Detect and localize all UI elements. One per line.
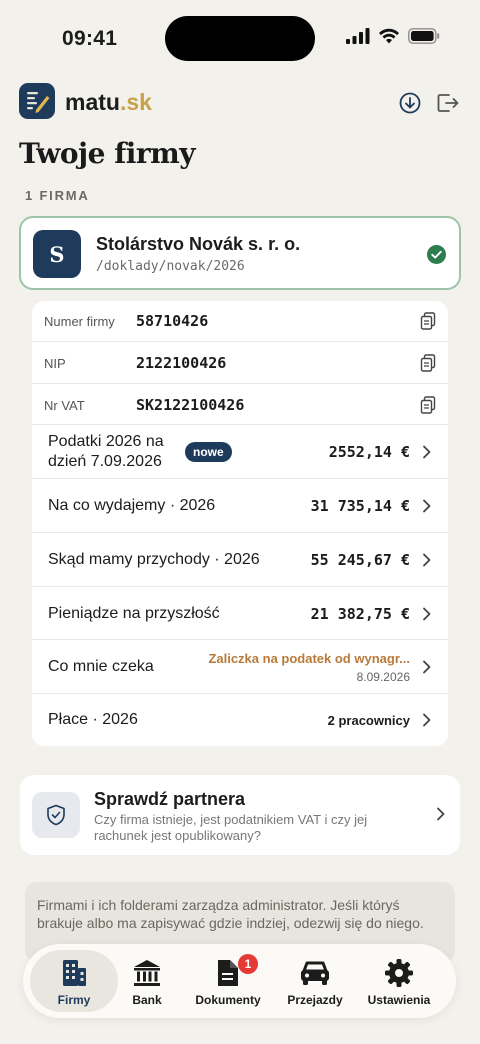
copy-icon[interactable] [420, 354, 436, 372]
tab-trips[interactable]: Przejazdy [278, 950, 352, 1012]
identifier-value: 58710426 [136, 312, 209, 330]
chevron-right-icon [423, 607, 431, 621]
identifier-label: NIP [44, 356, 66, 371]
chevron-right-icon [423, 553, 431, 567]
identifier-value: 2122100426 [136, 354, 227, 372]
tab-label: Przejazdy [287, 993, 343, 1007]
logo-name: matu [65, 89, 120, 115]
row-savings[interactable]: Pieniądze na przyszłość 21 382,75 € [32, 587, 448, 640]
identifier-value: SK2122100426 [136, 396, 245, 414]
logo-tld: .sk [119, 89, 152, 115]
partner-icon-box [32, 792, 80, 838]
company-avatar: S [33, 230, 81, 278]
payroll-value: 2 pracownicy [327, 713, 410, 728]
taxes-value: 2552,14 € [328, 443, 410, 461]
logout-icon [437, 94, 459, 112]
selected-check-icon [427, 245, 446, 264]
identifier-row-vat: Nr VAT SK2122100426 [32, 384, 448, 425]
chevron-right-icon [423, 713, 431, 727]
new-badge: nowe [185, 442, 232, 462]
shield-check-icon [47, 804, 65, 826]
expenses-value: 31 735,14 € [310, 497, 410, 515]
row-taxes[interactable]: Podatki 2026 na dzień 7.09.2026 nowe 255… [32, 425, 448, 479]
identifier-label: Nr VAT [44, 398, 85, 413]
savings-value: 21 382,75 € [310, 605, 410, 623]
status-time: 09:41 [62, 27, 118, 50]
company-card[interactable]: S Stolárstvo Novák s. r. o. /doklady/nov… [19, 216, 461, 290]
chevron-right-icon [423, 445, 431, 459]
tab-firms[interactable]: Firmy [30, 950, 118, 1012]
identifier-row-nip: NIP 2122100426 [32, 342, 448, 384]
documents-notification-badge: 1 [238, 954, 258, 974]
expenses-label: Na co wydajemy · 2026 [48, 497, 216, 514]
row-payroll[interactable]: Płace · 2026 2 pracownicy [32, 694, 448, 746]
chevron-right-icon [423, 660, 431, 674]
bottom-nav: Firmy Bank 1 Dokumenty Przejazdy Ustawie… [23, 944, 456, 1018]
page-title: Twoje firmy [19, 137, 196, 170]
tab-settings[interactable]: Ustawienia [360, 950, 438, 1012]
tab-label: Dokumenty [195, 993, 261, 1007]
car-icon [301, 961, 329, 985]
upcoming-date: 8.09.2026 [356, 670, 410, 684]
row-income[interactable]: Skąd mamy przychody · 2026 55 245,67 € [32, 533, 448, 587]
row-expenses[interactable]: Na co wydajemy · 2026 31 735,14 € [32, 479, 448, 533]
header-actions [397, 90, 461, 116]
buildings-icon [63, 960, 86, 986]
tab-label: Bank [132, 993, 162, 1007]
partner-title: Sprawdź partnera [94, 789, 246, 809]
tab-bank[interactable]: Bank [118, 950, 176, 1012]
dynamic-island [165, 16, 315, 61]
savings-label: Pieniądze na przyszłość [48, 605, 220, 622]
status-bar: 09:41 [0, 0, 480, 76]
upcoming-label: Co mnie czeka [48, 658, 154, 675]
signal-icon [346, 28, 370, 44]
tab-label: Firmy [57, 993, 91, 1007]
chevron-right-icon [437, 807, 445, 821]
wifi-icon [379, 28, 399, 44]
tab-documents[interactable]: 1 Dokumenty [188, 950, 268, 1012]
partner-description: Czy firma istnieje, jest podatnikiem VAT… [94, 812, 368, 843]
upcoming-title: Zaliczka na podatek od wynagr... [208, 651, 410, 666]
copy-icon[interactable] [420, 312, 436, 330]
income-label: Skąd mamy przychody · 2026 [48, 551, 260, 568]
company-folder-path: /doklady/novak/2026 [96, 259, 245, 274]
check-partner-card[interactable]: Sprawdź partnera Czy firma istnieje, jes… [20, 775, 460, 855]
chevron-right-icon [423, 499, 431, 513]
logo-text: matu.sk [65, 89, 152, 116]
payroll-label: Płace · 2026 [48, 711, 138, 728]
tab-label: Ustawienia [367, 993, 431, 1007]
company-count-label: 1 FIRMA [25, 188, 90, 203]
download-button[interactable] [397, 90, 423, 116]
company-details-card: Numer firmy 58710426 NIP 2122100426 Nr V… [32, 301, 448, 746]
bank-icon [134, 960, 160, 986]
row-upcoming[interactable]: Co mnie czeka Zaliczka na podatek od wyn… [32, 640, 448, 694]
app-header: matu.sk [19, 83, 461, 121]
logout-button[interactable] [435, 90, 461, 116]
gear-icon [385, 959, 413, 987]
company-name: Stolárstvo Novák s. r. o. [96, 234, 301, 254]
copy-icon[interactable] [420, 396, 436, 414]
identifier-row-company-number: Numer firmy 58710426 [32, 301, 448, 342]
logo-icon [19, 83, 55, 119]
download-icon [399, 92, 421, 114]
status-icons [346, 28, 440, 44]
taxes-label-line1: Podatki 2026 na [48, 433, 164, 450]
taxes-label-line2: dzień 7.09.2026 [48, 453, 162, 470]
income-value: 55 245,67 € [310, 551, 410, 569]
battery-icon [408, 28, 440, 44]
identifier-label: Numer firmy [44, 314, 115, 329]
